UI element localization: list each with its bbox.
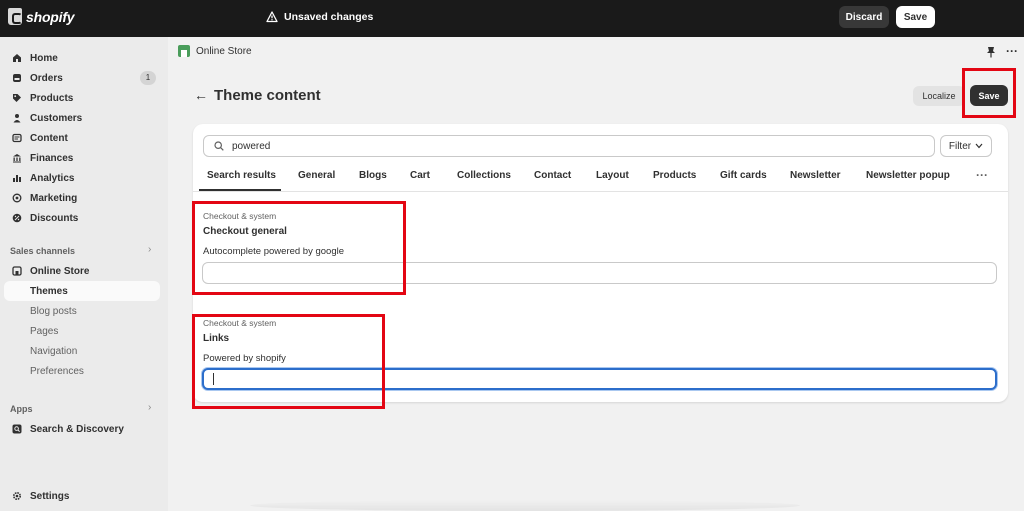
tab-newsletter[interactable]: Newsletter	[790, 170, 841, 181]
tab-search-results[interactable]: Search results	[207, 170, 276, 181]
tab-layout[interactable]: Layout	[596, 170, 629, 181]
search-icon	[214, 141, 224, 151]
sidebar-item-label: Blog posts	[30, 305, 77, 317]
apps-chevron-icon[interactable]: ›	[148, 402, 151, 413]
tab-newsletter-popup[interactable]: Newsletter popup	[866, 170, 950, 181]
search-input[interactable]	[232, 140, 912, 152]
localize-button[interactable]: Localize	[913, 86, 965, 106]
unsaved-status: Unsaved changes	[266, 11, 373, 23]
topbar-save-button[interactable]: Save	[896, 6, 935, 28]
brand-name: shopify	[26, 8, 75, 25]
back-arrow-icon[interactable]: ←	[194, 87, 208, 103]
sidebar-item-label: Content	[30, 132, 68, 144]
apps-label: Apps	[10, 404, 33, 414]
sidebar-item-label: Orders	[30, 72, 63, 84]
orders-count-badge: 1	[140, 71, 156, 85]
orders-icon	[13, 74, 21, 82]
sidebar: Home Orders 1 Products Customers Content…	[0, 37, 168, 511]
tab-collections[interactable]: Collections	[457, 170, 511, 181]
sidebar-item-home[interactable]: Home	[4, 48, 160, 68]
sidebar-item-navigation[interactable]: Navigation	[4, 341, 160, 361]
sidebar-item-label: Settings	[30, 490, 70, 502]
sidebar-item-label: Customers	[30, 112, 83, 124]
active-tab-indicator	[199, 189, 281, 191]
filter-label: Filter	[948, 140, 972, 152]
search-field[interactable]	[203, 135, 935, 157]
home-icon	[13, 54, 21, 62]
sidebar-item-online-store[interactable]: Online Store	[4, 261, 160, 281]
content-icon	[12, 133, 22, 143]
sidebar-item-finances[interactable]: Finances	[4, 148, 160, 168]
target-icon	[12, 193, 22, 203]
sidebar-item-label: Discounts	[30, 212, 79, 224]
sidebar-item-label: Search & Discovery	[30, 423, 124, 435]
shopify-logo[interactable]: shopify	[8, 8, 75, 25]
highlight-box-links	[192, 314, 385, 409]
sidebar-item-label: Finances	[30, 152, 74, 164]
sidebar-item-label: Marketing	[30, 192, 78, 204]
person-icon	[13, 114, 21, 123]
sidebar-item-content[interactable]: Content	[4, 128, 160, 148]
sidebar-item-themes[interactable]: Themes	[4, 281, 160, 301]
discount-icon	[12, 213, 22, 223]
more-actions-icon[interactable]: ···	[1006, 44, 1018, 58]
unsaved-text: Unsaved changes	[284, 11, 374, 23]
discard-button[interactable]: Discard	[839, 6, 889, 28]
sidebar-item-label: Navigation	[30, 345, 78, 357]
tab-gift-cards[interactable]: Gift cards	[720, 170, 767, 181]
sidebar-item-label: Home	[30, 52, 58, 64]
bottom-shadow	[250, 500, 800, 511]
pin-icon[interactable]	[986, 46, 996, 58]
sidebar-item-customers[interactable]: Customers	[4, 108, 160, 128]
online-store-icon	[178, 45, 190, 57]
breadcrumb[interactable]: Online Store	[178, 45, 252, 57]
sidebar-item-label: Analytics	[30, 172, 75, 184]
store-icon	[12, 266, 22, 276]
more-tabs-icon[interactable]: ···	[976, 168, 988, 182]
sidebar-item-label: Products	[30, 92, 74, 104]
sidebar-item-orders[interactable]: Orders 1	[4, 68, 160, 88]
chart-icon	[13, 175, 21, 182]
sales-channels-label: Sales channels	[10, 246, 76, 256]
chevron-down-icon	[975, 143, 983, 149]
sidebar-item-label: Themes	[30, 285, 68, 297]
filter-button[interactable]: Filter	[940, 135, 992, 157]
sidebar-item-preferences[interactable]: Preferences	[4, 361, 160, 381]
page-title: Theme content	[214, 87, 321, 104]
top-bar: shopify Unsaved changes Discard Save	[0, 0, 1024, 37]
sidebar-item-products[interactable]: Products	[4, 88, 160, 108]
sales-channels-chevron-icon[interactable]: ›	[148, 244, 151, 255]
tab-general[interactable]: General	[298, 170, 335, 181]
sidebar-item-settings[interactable]: Settings	[4, 486, 160, 506]
sidebar-item-search-discovery[interactable]: Search & Discovery	[4, 419, 160, 439]
sidebar-item-label: Online Store	[30, 265, 90, 277]
sidebar-item-analytics[interactable]: Analytics	[4, 168, 160, 188]
tab-cart[interactable]: Cart	[410, 170, 430, 181]
tab-bar: Search results General Blogs Cart Collec…	[193, 164, 1008, 192]
tab-blogs[interactable]: Blogs	[359, 170, 387, 181]
sidebar-item-label: Preferences	[30, 365, 84, 377]
sidebar-item-discounts[interactable]: Discounts	[4, 208, 160, 228]
tab-products[interactable]: Products	[653, 170, 696, 181]
highlight-box-checkout-general	[192, 201, 406, 295]
tag-icon	[13, 94, 21, 102]
tab-contact[interactable]: Contact	[534, 170, 571, 181]
sidebar-item-label: Pages	[30, 325, 59, 337]
sidebar-item-marketing[interactable]: Marketing	[4, 188, 160, 208]
breadcrumb-label: Online Store	[196, 45, 252, 57]
sidebar-item-pages[interactable]: Pages	[4, 321, 160, 341]
search-discovery-icon	[12, 424, 22, 434]
sidebar-item-blog-posts[interactable]: Blog posts	[4, 301, 160, 321]
warning-icon	[266, 11, 278, 23]
bank-icon	[13, 154, 21, 163]
gear-icon	[12, 491, 22, 501]
shopify-bag-icon	[8, 8, 22, 25]
highlight-box-save	[962, 68, 1016, 118]
